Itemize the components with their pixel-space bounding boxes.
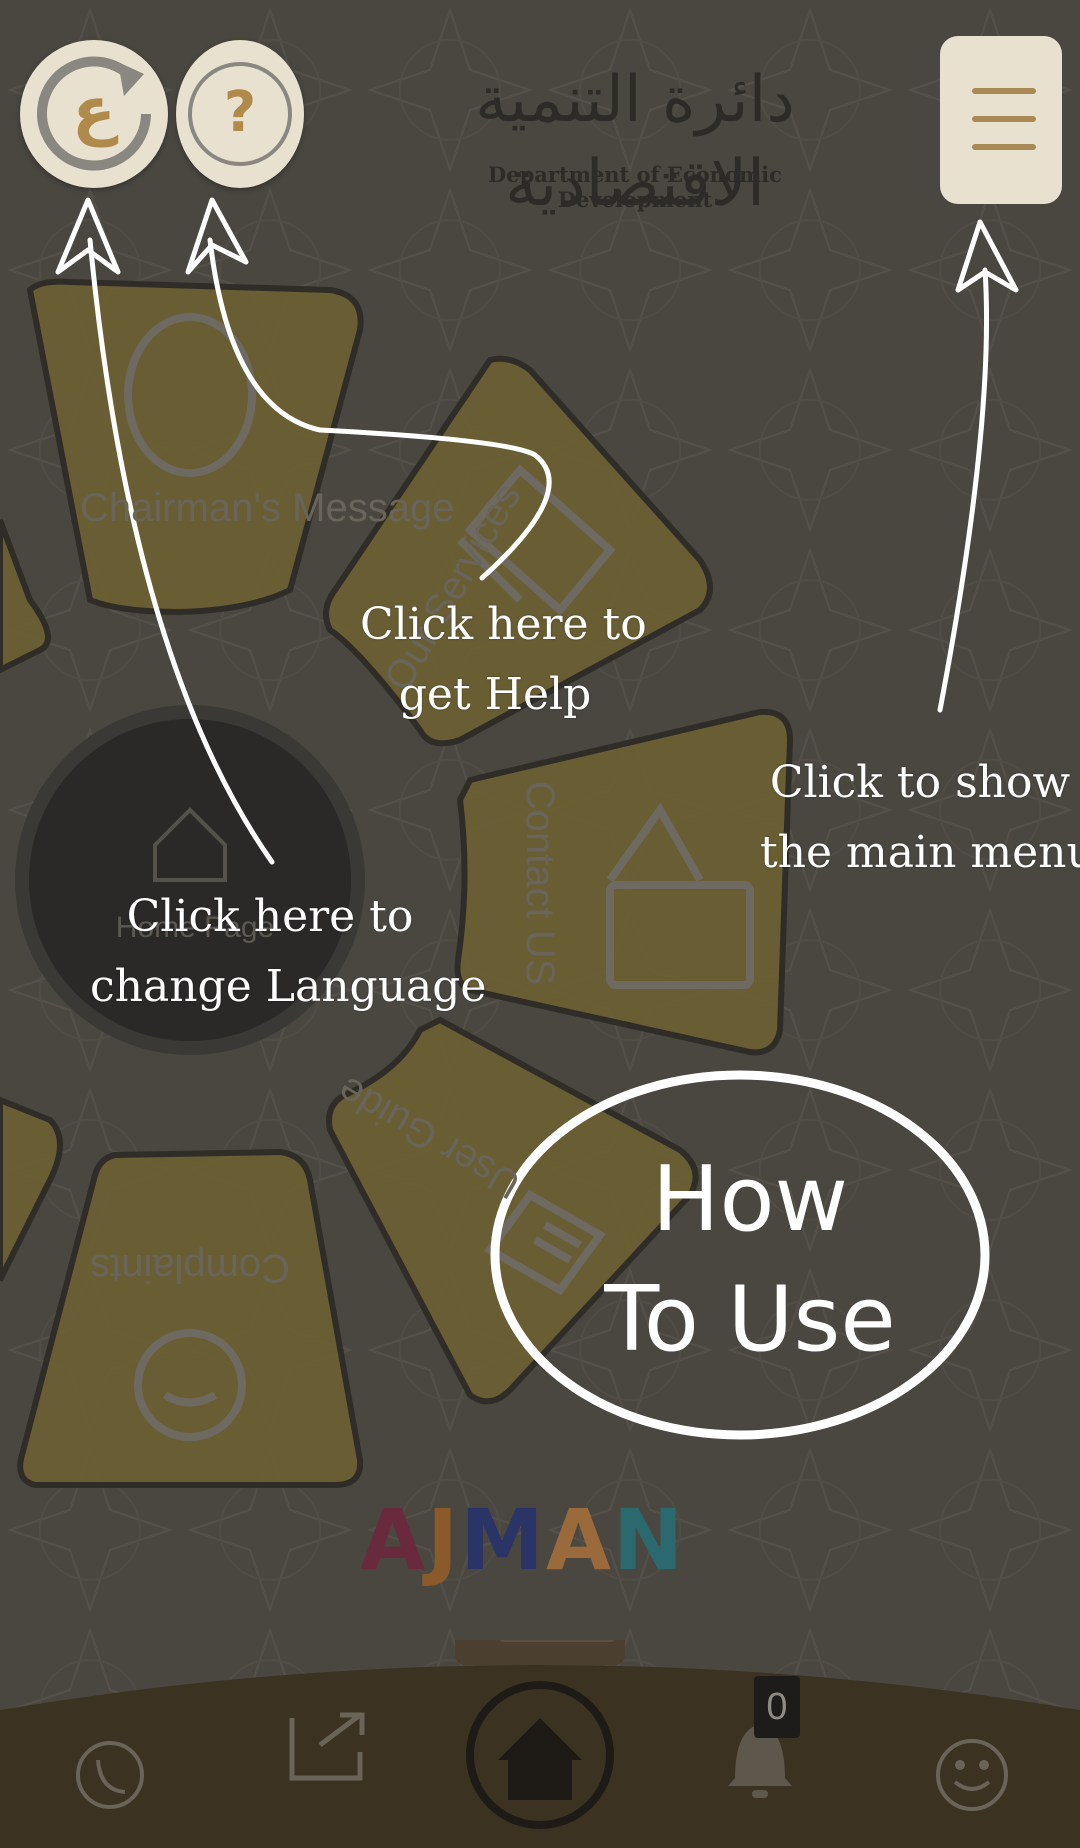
ajman-letter: J — [427, 1491, 461, 1589]
language-button[interactable]: ع — [20, 40, 168, 188]
main-menu-button[interactable] — [940, 36, 1062, 204]
ajman-letter: A — [545, 1491, 613, 1589]
language-hint-line2: change Language — [90, 961, 487, 1012]
wedge-label-contact: Contact US — [512, 773, 568, 993]
notification-badge: 0 — [754, 1676, 800, 1738]
wedge-label-chairman: Chairman's Message — [80, 480, 454, 536]
help-button[interactable]: ? — [176, 40, 304, 188]
help-hint: Click here to get Help — [360, 590, 647, 730]
help-glyph: ? — [223, 80, 257, 145]
language-glyph: ع — [72, 74, 116, 148]
menu-hint: Click to show the main menu — [760, 748, 1080, 888]
wedge-label-complaints: Complaints — [80, 1240, 300, 1296]
language-hint: Click here to change Language — [90, 882, 487, 1022]
bottom-nav-bar — [0, 1640, 1080, 1848]
arrow-to-menu — [937, 267, 990, 713]
menu-hint-line1: Click to show — [769, 757, 1071, 808]
chairman-label-text: Chairman's Message — [80, 486, 455, 530]
menu-hint-line2: the main menu — [760, 827, 1080, 878]
help-hint-line1: Click here to — [360, 599, 647, 650]
logo-english: Department of Economic Development — [488, 162, 782, 212]
complaints-label-text: Complaints — [89, 1246, 291, 1290]
how-to-use-label: How To Use — [560, 1140, 940, 1380]
ajman-logo: AJMAN — [360, 1491, 730, 1589]
wedge-left-top[interactable] — [0, 518, 51, 674]
wedge-left-bottom[interactable] — [0, 1096, 63, 1282]
how-to-line1: How — [651, 1147, 849, 1252]
ajman-letter: N — [612, 1491, 686, 1589]
ajman-letter: M — [460, 1491, 546, 1589]
wedge-chairmans-message[interactable] — [26, 278, 364, 616]
contact-label-text: Contact US — [518, 780, 562, 986]
help-hint-line2: get Help — [398, 669, 592, 720]
how-to-line2: To Use — [604, 1267, 896, 1372]
language-hint-line1: Click here to — [126, 891, 414, 942]
ajman-letter: A — [360, 1491, 428, 1589]
